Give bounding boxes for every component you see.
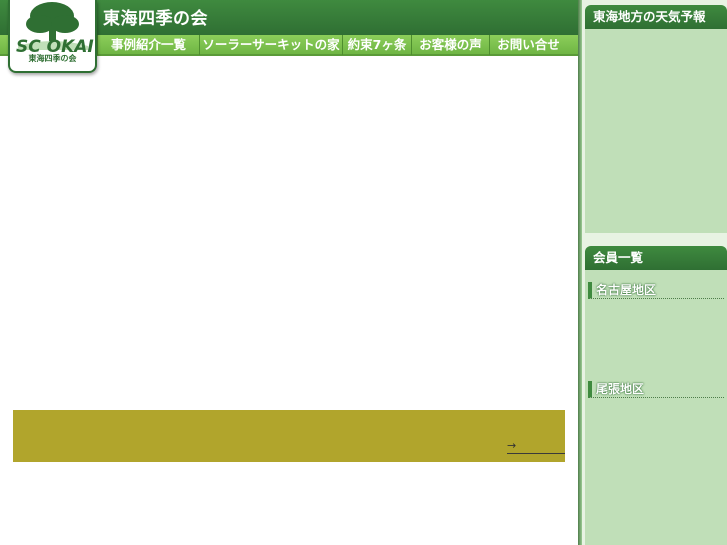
banner-more-link[interactable]: → <box>507 440 565 454</box>
nav-item-contact[interactable]: お問い合せ <box>489 35 567 55</box>
site-title: 東海四季の会 <box>103 9 208 29</box>
content-banner: → <box>13 410 565 462</box>
area-link-nagoya[interactable]: 名古屋地区 <box>588 282 724 299</box>
nav-item-seven-promises[interactable]: 約束7ヶ条 <box>342 35 411 55</box>
nav-item-solar-circuit-house[interactable]: ソーラーサーキットの家 <box>199 35 342 55</box>
weather-panel-title: 東海地方の天気予報 <box>585 5 727 29</box>
tree-logo-icon: SC OKAI <box>16 2 94 56</box>
weather-panel: 東海地方の天気予報 <box>585 5 727 233</box>
members-panel-title: 会員一覧 <box>585 246 727 270</box>
nav-item-case-studies[interactable]: 事例紹介一覧 <box>97 35 199 55</box>
area-link-owari[interactable]: 尾張地区 <box>588 381 724 398</box>
site-logo[interactable]: SC OKAI 東海四季の会 <box>8 0 97 73</box>
nav-item-customer-voices[interactable]: お客様の声 <box>411 35 489 55</box>
logo-caption: 東海四季の会 <box>28 54 77 63</box>
